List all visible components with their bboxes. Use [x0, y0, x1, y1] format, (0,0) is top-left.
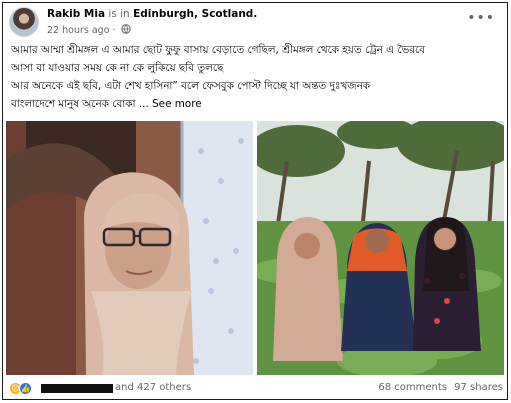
reactions-count[interactable]: and 427 others — [115, 382, 191, 393]
post-meta: 22 hours ago · — [47, 24, 131, 37]
like-reaction-icon: 👍 — [19, 382, 32, 395]
see-more-link[interactable]: See more — [152, 98, 202, 110]
author-name[interactable]: Rakib Mia — [47, 8, 105, 20]
comments-count[interactable]: 68 comments — [378, 382, 447, 393]
facebook-post-card: Rakib Mia is in Edinburgh, Scotland. 22 … — [2, 2, 508, 400]
post-text-line-4-text: বাংলাদেশে মানুষ অনেক বোকা ... — [11, 98, 149, 110]
globe-icon — [120, 24, 131, 37]
post-text-line-4: বাংলাদেশে মানুষ অনেক বোকা ... See more — [11, 95, 501, 113]
post-media — [6, 121, 504, 375]
post-header: Rakib Mia is in Edinburgh, Scotland. 22 … — [9, 6, 505, 38]
photo-left[interactable] — [6, 121, 253, 375]
engagement-bar: ☹ 👍 and 427 others 68 comments 97 shares — [9, 381, 505, 397]
post-text-line-3: আর অনেকে এই ছবি, এটা শেখ হাসিনা” বলে ফেস… — [11, 80, 371, 92]
location-link[interactable]: Edinburgh, Scotland. — [133, 8, 257, 20]
more-icon[interactable]: ••• — [467, 10, 495, 26]
post-text: আমার আম্মা শ্রীমঙ্গল এ আমার ছোট ফুফু বাস… — [11, 41, 501, 113]
reaction-icons[interactable]: ☹ 👍 — [9, 381, 37, 397]
meta-separator: · — [112, 25, 116, 36]
post-timestamp[interactable]: 22 hours ago — [47, 25, 110, 36]
author-avatar[interactable] — [9, 7, 39, 37]
shares-count[interactable]: 97 shares — [454, 382, 503, 393]
redacted-name — [41, 384, 113, 393]
post-text-line-2: আসা বা যাওয়ার সময় কে না কে লুকিয়ে ছবি… — [11, 62, 224, 74]
post-text-line-1: আমার আম্মা শ্রীমঙ্গল এ আমার ছোট ফুফু বাস… — [11, 44, 425, 56]
author-line: Rakib Mia is in Edinburgh, Scotland. — [47, 8, 257, 20]
photo-right[interactable] — [257, 121, 504, 375]
checkin-text: is in — [108, 8, 130, 20]
